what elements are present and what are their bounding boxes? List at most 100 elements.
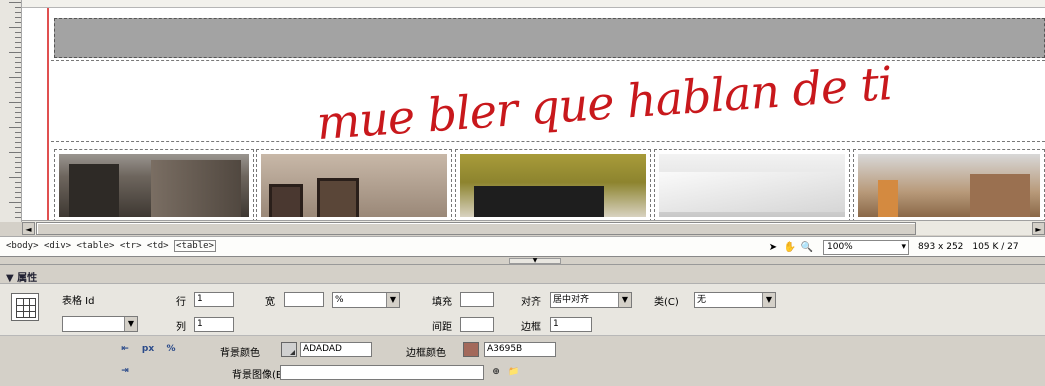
ruler-tick (15, 147, 21, 148)
ruler-tick (15, 32, 21, 33)
ruler-tick (15, 22, 21, 23)
bgcolor-swatch[interactable] (281, 342, 297, 357)
ruler-tick (15, 212, 21, 213)
status-tools: ➤ ✋ 🔍 100% 893 x 252 105 K / 27 (766, 239, 1019, 255)
ruler-tick (15, 117, 21, 118)
width-input[interactable] (284, 292, 324, 307)
convert-to-percent-icon[interactable]: % (163, 342, 179, 357)
ruler-tick (15, 42, 21, 43)
convert-to-pixels-icon[interactable]: px (140, 342, 156, 357)
bordercolor-input[interactable]: A3695B (484, 342, 556, 357)
ruler-tick (9, 102, 21, 103)
bgcolor-label: 背景颜色 (220, 348, 260, 359)
bgimage-label: 背景图像(B) (232, 370, 287, 381)
ruler-tick (15, 167, 21, 168)
zoom-select[interactable]: 100% (823, 239, 909, 255)
ruler-tick (15, 172, 21, 173)
ruler-tick (15, 137, 21, 138)
ruler-tick (15, 57, 21, 58)
ruler-tick (15, 157, 21, 158)
hand-tool-icon[interactable]: ✋ (783, 240, 797, 254)
thumbnail-row (51, 145, 1045, 222)
point-to-file-icon[interactable]: ⊕ (488, 365, 504, 380)
horizontal-scrollbar[interactable]: ◄ ► (22, 220, 1045, 235)
chevron-down-icon: ▼ (762, 293, 775, 307)
ruler-tick (9, 2, 21, 3)
folder-icon[interactable]: 📁 (506, 365, 522, 380)
select-tool-icon[interactable]: ➤ (766, 240, 780, 254)
ruler-tick (9, 152, 21, 153)
ruler-tick (15, 207, 21, 208)
thumbnail-cell[interactable] (853, 149, 1045, 222)
scrollbar-thumb[interactable] (36, 222, 916, 235)
dreamweaver-window: mue bler que hablan de ti ◄ ► <body> <di… (0, 0, 1045, 386)
padding-input[interactable] (460, 292, 494, 307)
ruler-tick (15, 112, 21, 113)
align-label: 对齐 (521, 297, 541, 308)
ruler-tick (15, 107, 21, 108)
ruler-tick (9, 77, 21, 78)
bgimage-input[interactable] (280, 365, 484, 380)
clear-column-widths-icon[interactable]: ⇤ (117, 342, 133, 357)
header-table-cell[interactable] (54, 18, 1045, 58)
bordercolor-label: 边框颜色 (406, 348, 446, 359)
design-view[interactable]: mue bler que hablan de ti ◄ ► (0, 0, 1045, 235)
thumbnail-cell[interactable] (455, 149, 651, 222)
bordercolor-swatch[interactable] (463, 342, 479, 357)
thumbnail-cell[interactable] (256, 149, 452, 222)
zoom-tool-icon[interactable]: 🔍 (800, 240, 814, 254)
spacing-input[interactable] (460, 317, 494, 332)
tag-td[interactable]: <td> (147, 241, 169, 251)
tag-div[interactable]: <div> (44, 241, 71, 251)
ruler-tick (15, 217, 21, 218)
panel-splitter[interactable]: ▼ (0, 257, 1045, 265)
tag-tr[interactable]: <tr> (120, 241, 142, 251)
guide-line[interactable] (47, 8, 49, 222)
ruler-tick (9, 177, 21, 178)
properties-header[interactable]: ▼ 属性 (0, 266, 1045, 284)
window-size[interactable]: 893 x 252 (918, 242, 963, 252)
cols-input[interactable]: 1 (194, 317, 234, 332)
file-size: 105 K / 27 (972, 242, 1019, 252)
tag-table-selected[interactable]: <table> (174, 240, 216, 252)
splitter-grip-icon[interactable]: ▼ (509, 258, 561, 264)
thumbnail-cell[interactable] (54, 149, 254, 222)
class-select[interactable]: 无 ▼ (694, 292, 776, 308)
ruler-tick (15, 17, 21, 18)
thumbnail-image (858, 154, 1040, 217)
properties-title[interactable]: ▼ 属性 (6, 269, 37, 284)
logo-cell[interactable]: mue bler que hablan de ti (51, 56, 1045, 150)
ruler-tick (15, 7, 21, 8)
ruler-tick (15, 47, 21, 48)
class-label: 类(C) (654, 297, 679, 308)
rows-input[interactable]: 1 (194, 292, 234, 307)
tag-body[interactable]: <body> (6, 241, 39, 251)
scroll-left-arrow-icon[interactable]: ◄ (22, 222, 35, 235)
ruler-tick (15, 197, 21, 198)
horizontal-ruler (22, 0, 1045, 8)
table-id-select[interactable]: ▼ (62, 316, 138, 332)
bgcolor-input[interactable]: ADADAD (300, 342, 372, 357)
thumbnail-cell[interactable] (654, 149, 850, 222)
ruler-tick (15, 142, 21, 143)
ruler-tick (9, 127, 21, 128)
clear-row-heights-icon[interactable]: ⇥ (117, 364, 133, 379)
ruler-tick (9, 52, 21, 53)
width-unit-select[interactable]: % ▼ (332, 292, 400, 308)
logo-script-text: mue bler que hablan de ti (314, 55, 894, 151)
ruler-tick (15, 62, 21, 63)
ruler-tick (15, 132, 21, 133)
ruler-tick (15, 37, 21, 38)
tag-selector: <body> <div> <table> <tr> <td> <table> (6, 240, 216, 252)
thumbnail-image (460, 154, 646, 217)
status-bar: <body> <div> <table> <tr> <td> <table> ➤… (0, 236, 1045, 257)
ruler-tick (9, 202, 21, 203)
border-input[interactable]: 1 (550, 317, 592, 332)
ruler-tick (15, 192, 21, 193)
properties-panel: 表格 Id ▼ 行 1 列 1 宽 % ▼ 填充 间距 对齐 居中对齐 ▼ 边框 1… (0, 284, 1045, 386)
scroll-right-arrow-icon[interactable]: ► (1032, 222, 1045, 235)
align-select[interactable]: 居中对齐 ▼ (550, 292, 632, 308)
ruler-tick (15, 182, 21, 183)
thumbnail-image (59, 154, 249, 217)
tag-table[interactable]: <table> (76, 241, 114, 251)
